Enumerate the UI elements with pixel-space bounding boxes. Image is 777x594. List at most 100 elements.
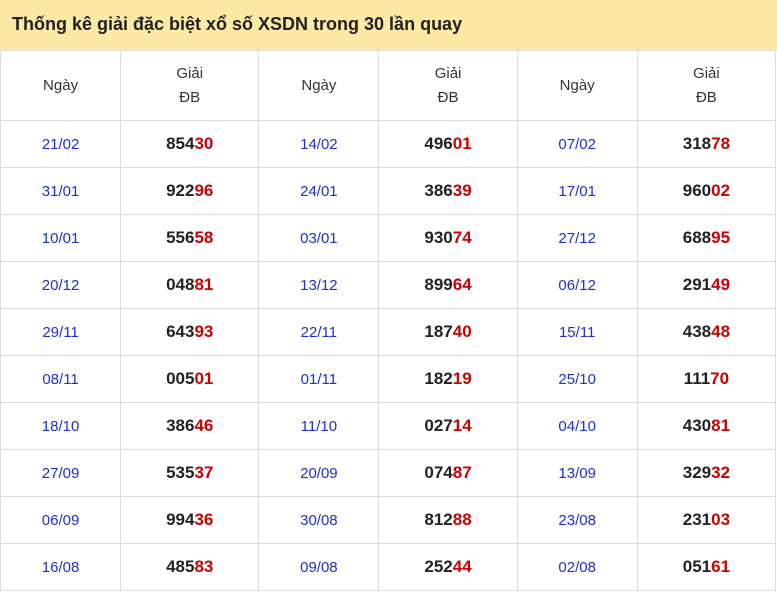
header-date: Ngày	[516, 50, 638, 121]
prize-head-digits: 386	[424, 181, 453, 200]
draw-date-link[interactable]: 07/02	[516, 120, 638, 168]
draw-date-link[interactable]: 24/01	[258, 167, 380, 215]
prize-tail-digits: 39	[452, 181, 472, 200]
draw-date-link[interactable]: 27/12	[516, 214, 638, 262]
prize-head-digits: 291	[682, 275, 712, 294]
prize-head-digits: 930	[424, 228, 453, 247]
prize-tail-digits: 78	[711, 134, 731, 153]
results-body: 21/02 85430 14/02 49601 07/02 31878 31/01 92296…	[0, 120, 777, 591]
draw-date-link[interactable]: 10/01	[0, 214, 122, 262]
prize-tail-digits: 58	[194, 228, 214, 247]
special-prize-number: 05161	[636, 543, 777, 591]
prize-head-digits: 051	[682, 557, 712, 576]
draw-date-link[interactable]: 04/10	[516, 402, 638, 450]
special-prize-number: 25244	[378, 543, 518, 591]
prize-tail-digits: 02	[711, 181, 731, 200]
header-row: Ngày Giải ĐB Ngày Giải ĐB Ngày Giải ĐB	[0, 50, 777, 121]
table-row: 29/11 64393 22/11 18740 15/11 43848	[0, 308, 777, 356]
draw-date-link[interactable]: 30/08	[258, 496, 380, 544]
prize-head-digits: 496	[424, 134, 453, 153]
title-bar: Thống kê giải đặc biệt xổ số XSDN trong …	[0, 0, 777, 50]
special-prize-number: 96002	[636, 167, 777, 215]
special-prize-number: 11170	[636, 355, 777, 403]
prize-head-digits: 485	[166, 557, 195, 576]
draw-date-link[interactable]: 29/11	[0, 308, 122, 356]
prize-tail-digits: 81	[194, 275, 214, 294]
prize-head-digits: 688	[682, 228, 712, 247]
prize-tail-digits: 37	[194, 463, 214, 482]
special-prize-number: 31878	[636, 120, 777, 168]
prize-head-digits: 187	[424, 322, 453, 341]
prize-head-digits: 643	[166, 322, 195, 341]
prize-tail-digits: 19	[452, 369, 472, 388]
prize-tail-digits: 81	[711, 416, 731, 435]
header-prize-line1: Giải	[176, 64, 204, 82]
prize-tail-digits: 40	[452, 322, 472, 341]
draw-date-link[interactable]: 18/10	[0, 402, 122, 450]
draw-date-link[interactable]: 02/08	[516, 543, 638, 591]
prize-tail-digits: 61	[711, 557, 731, 576]
draw-date-link[interactable]: 22/11	[258, 308, 380, 356]
prize-head-digits: 329	[682, 463, 712, 482]
special-prize-number: 38639	[378, 167, 518, 215]
prize-head-digits: 899	[424, 275, 453, 294]
special-prize-number: 43848	[636, 308, 777, 356]
draw-date-link[interactable]: 15/11	[516, 308, 638, 356]
special-prize-number: 07487	[378, 449, 518, 497]
draw-date-link[interactable]: 14/02	[258, 120, 380, 168]
draw-date-link[interactable]: 08/11	[0, 355, 122, 403]
special-prize-number: 93074	[378, 214, 518, 262]
header-prize-line1: Giải	[693, 64, 720, 82]
draw-date-link[interactable]: 20/12	[0, 261, 122, 309]
header-prize-line2: ĐB	[695, 88, 717, 106]
prize-tail-digits: 14	[452, 416, 472, 435]
draw-date-link[interactable]: 09/08	[258, 543, 380, 591]
draw-date-link[interactable]: 17/01	[516, 167, 638, 215]
special-prize-number: 38646	[120, 402, 260, 450]
special-prize-number: 55658	[120, 214, 260, 262]
prize-tail-digits: 48	[711, 322, 731, 341]
table-row: 20/12 04881 13/12 89964 06/12 29149	[0, 261, 777, 309]
header-prize-line2: ĐB	[179, 88, 201, 106]
prize-head-digits: 111	[683, 369, 711, 388]
draw-date-link[interactable]: 21/02	[0, 120, 122, 168]
draw-date-link[interactable]: 13/09	[516, 449, 638, 497]
header-prize: Giải ĐB	[378, 50, 518, 121]
prize-tail-digits: 96	[194, 181, 214, 200]
prize-tail-digits: 03	[711, 510, 731, 529]
prize-head-digits: 005	[166, 369, 195, 388]
prize-head-digits: 231	[682, 510, 712, 529]
special-prize-number: 00501	[120, 355, 260, 403]
special-prize-number: 23103	[636, 496, 777, 544]
draw-date-link[interactable]: 16/08	[0, 543, 122, 591]
stats-panel: Thống kê giải đặc biệt xổ số XSDN trong …	[0, 0, 777, 594]
special-prize-number: 02714	[378, 402, 518, 450]
prize-head-digits: 922	[166, 181, 195, 200]
draw-date-link[interactable]: 13/12	[258, 261, 380, 309]
prize-head-digits: 027	[424, 416, 453, 435]
header-date: Ngày	[0, 50, 122, 121]
prize-head-digits: 386	[166, 416, 195, 435]
draw-date-link[interactable]: 01/11	[258, 355, 380, 403]
table-row: 08/11 00501 01/11 18219 25/10 11170	[0, 355, 777, 403]
draw-date-link[interactable]: 31/01	[0, 167, 122, 215]
prize-head-digits: 048	[166, 275, 195, 294]
draw-date-link[interactable]: 27/09	[0, 449, 122, 497]
prize-tail-digits: 32	[711, 463, 731, 482]
draw-date-link[interactable]: 20/09	[258, 449, 380, 497]
draw-date-link[interactable]: 06/09	[0, 496, 122, 544]
prize-tail-digits: 88	[452, 510, 472, 529]
table-row: 16/08 48583 09/08 25244 02/08 05161	[0, 543, 777, 591]
draw-date-link[interactable]: 23/08	[516, 496, 638, 544]
draw-date-link[interactable]: 03/01	[258, 214, 380, 262]
special-prize-number: 53537	[120, 449, 260, 497]
draw-date-link[interactable]: 25/10	[516, 355, 638, 403]
special-prize-number: 81288	[378, 496, 518, 544]
draw-date-link[interactable]: 06/12	[516, 261, 638, 309]
draw-date-link[interactable]: 11/10	[258, 402, 380, 450]
special-prize-number: 18740	[378, 308, 518, 356]
prize-head-digits: 318	[682, 134, 712, 153]
table-row: 21/02 85430 14/02 49601 07/02 31878	[0, 120, 777, 168]
prize-tail-digits: 49	[711, 275, 731, 294]
special-prize-number: 04881	[120, 261, 260, 309]
